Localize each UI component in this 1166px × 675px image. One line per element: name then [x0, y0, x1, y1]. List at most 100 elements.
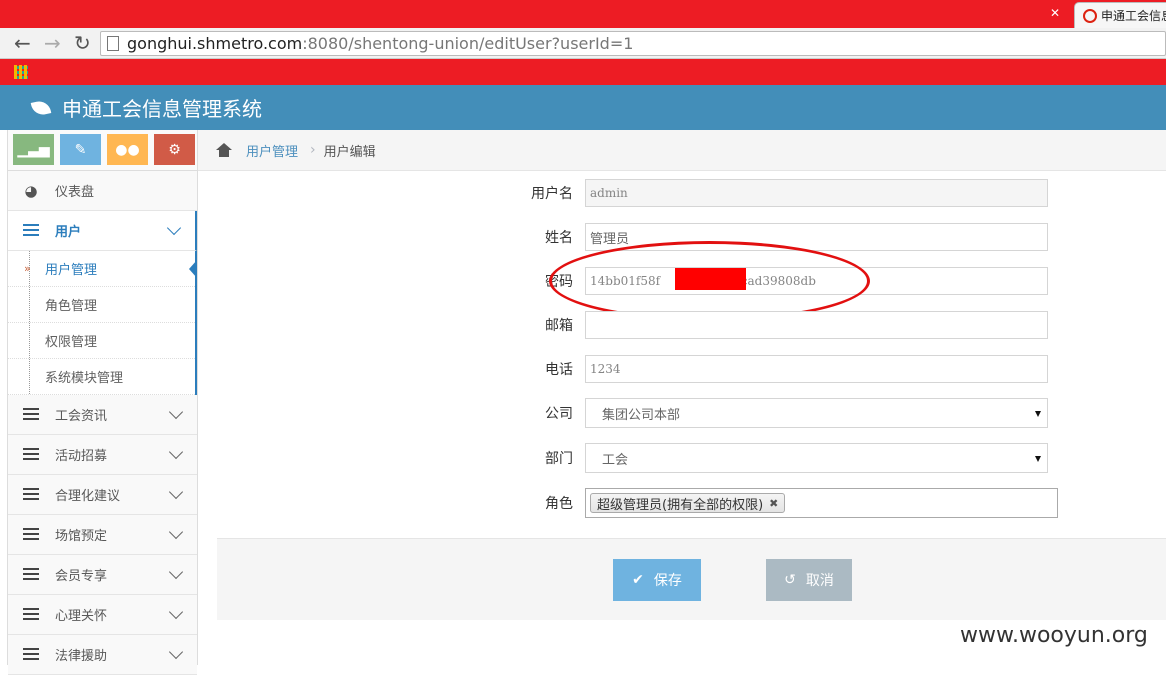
chevron-down-icon: [168, 564, 184, 580]
cancel-button[interactable]: ↺ 取消: [766, 559, 852, 601]
list-icon: [22, 222, 40, 240]
phone-field[interactable]: 1234: [585, 355, 1048, 383]
leaf-icon: [30, 98, 52, 117]
browser-toolbar: ← → ↻ gonghui.shmetro.com :8080/shentong…: [0, 28, 1166, 59]
company-label: 公司: [545, 406, 573, 422]
users-submenu: » 用户管理 角色管理 权限管理 系统模块管理: [8, 251, 197, 395]
breadcrumb-current: 用户编辑: [323, 144, 376, 160]
department-selected-value: 工会: [602, 452, 629, 468]
sidebar-subitem-permission-management[interactable]: 权限管理: [8, 323, 195, 359]
role-label: 角色: [545, 496, 573, 512]
cogs-icon[interactable]: ⚙: [154, 134, 195, 165]
breadcrumb-link[interactable]: 用户管理: [246, 141, 298, 160]
name-row: 姓名 管理员: [500, 223, 1100, 251]
sidebar-subitem-label: 系统模块管理: [45, 371, 124, 386]
list-icon: [22, 526, 40, 544]
sidebar-shortcuts: ▁▃▅ ✎ ●● ⚙: [8, 130, 197, 171]
sidebar-item-union-news[interactable]: 工会资讯: [8, 395, 197, 435]
dropdown-arrow-icon: [1035, 411, 1041, 417]
reload-icon[interactable]: ↻: [74, 32, 91, 54]
breadcrumb-separator: ›: [310, 142, 316, 158]
app-header: 申通工会信息管理系统: [0, 85, 1166, 130]
sidebar-subitem-role-management[interactable]: 角色管理: [8, 287, 195, 323]
sidebar-item-label: 场馆预定: [55, 529, 108, 544]
sidebar-item-legal-aid[interactable]: 法律援助: [8, 635, 197, 675]
username-field[interactable]: admin: [585, 179, 1048, 207]
sidebar-subitem-module-management[interactable]: 系统模块管理: [8, 359, 195, 395]
sidebar-item-venue-booking[interactable]: 场馆预定: [8, 515, 197, 555]
department-label: 部门: [545, 451, 573, 467]
sidebar-item-member-benefits[interactable]: 会员专享: [8, 555, 197, 595]
sidebar-item-label: 合理化建议: [55, 489, 121, 504]
department-row: 部门 工会: [500, 443, 1100, 473]
sidebar-item-label: 用户: [55, 225, 82, 240]
chevron-down-icon: [168, 444, 184, 460]
pencil-icon[interactable]: ✎: [60, 134, 101, 165]
email-field[interactable]: [585, 311, 1048, 339]
username-label: 用户名: [531, 186, 573, 202]
department-select[interactable]: 工会: [585, 443, 1048, 473]
forward-arrow-icon[interactable]: →: [44, 32, 61, 54]
undo-icon: ↺: [784, 572, 796, 588]
role-multiselect[interactable]: 超级管理员(拥有全部的权限) ✖: [585, 488, 1058, 518]
cancel-button-label: 取消: [805, 573, 834, 589]
list-icon: [22, 406, 40, 424]
sidebar-item-psychological-care[interactable]: 心理关怀: [8, 595, 197, 635]
sidebar-item-label: 仪表盘: [55, 185, 95, 200]
sidebar-subitem-label: 用户管理: [45, 263, 98, 278]
close-icon[interactable]: ✕: [1050, 6, 1060, 20]
email-label: 邮箱: [545, 318, 573, 334]
email-row: 邮箱: [500, 311, 1100, 339]
form-actions: ✔ 保存 ↺ 取消: [217, 538, 1166, 620]
bookmarks-bar: [0, 59, 1166, 85]
back-arrow-icon[interactable]: ←: [14, 32, 31, 54]
save-button-label: 保存: [653, 573, 682, 589]
sidebar-item-dashboard[interactable]: ◕ 仪表盘: [8, 171, 197, 211]
role-tag: 超级管理员(拥有全部的权限) ✖: [590, 493, 786, 513]
chevron-down-icon: [168, 524, 184, 540]
remove-tag-icon[interactable]: ✖: [769, 497, 778, 510]
watermark: www.wooyun.org: [960, 623, 1148, 648]
sidebar-item-users[interactable]: 用户: [8, 211, 197, 251]
address-bar[interactable]: gonghui.shmetro.com :8080/shentong-union…: [100, 31, 1166, 56]
sidebar-subitem-label: 角色管理: [45, 299, 98, 314]
browser-tab[interactable]: 申通工会信息: [1074, 2, 1166, 28]
apps-grid-icon[interactable]: [14, 65, 28, 79]
company-selected-value: 集团公司本部: [602, 407, 681, 423]
sidebar-item-activity-recruitment[interactable]: 活动招募: [8, 435, 197, 475]
sidebar-item-label: 心理关怀: [55, 609, 108, 624]
save-button[interactable]: ✔ 保存: [613, 559, 701, 601]
sidebar-item-suggestions[interactable]: 合理化建议: [8, 475, 197, 515]
browser-tabstrip: ✕ 申通工会信息: [0, 0, 1166, 28]
highlight-oval: [549, 241, 870, 321]
chevron-down-icon: [168, 644, 184, 660]
check-icon: ✔: [632, 572, 644, 588]
list-icon: [22, 446, 40, 464]
dropdown-arrow-icon: [1035, 456, 1041, 462]
users-icon[interactable]: ●●: [107, 134, 148, 165]
sidebar-subitem-label: 权限管理: [45, 335, 98, 350]
site-favicon-icon: [1083, 8, 1097, 23]
url-path: :8080/shentong-union/editUser?userId=1: [302, 34, 634, 53]
chevron-down-icon: [168, 484, 184, 500]
app-title[interactable]: 申通工会信息管理系统: [62, 93, 262, 122]
double-chevron-right-icon: »: [24, 262, 31, 275]
sidebar-item-label: 工会资讯: [55, 409, 108, 424]
signal-icon[interactable]: ▁▃▅: [13, 134, 54, 165]
home-icon[interactable]: [216, 143, 232, 157]
list-icon: [22, 606, 40, 624]
chevron-down-icon: [168, 604, 184, 620]
chevron-down-icon: [166, 220, 182, 236]
phone-row: 电话 1234: [500, 355, 1100, 383]
sidebar-subitem-user-management[interactable]: » 用户管理: [8, 251, 197, 287]
role-row: 角色 超级管理员(拥有全部的权限) ✖: [500, 488, 1100, 518]
url-host: gonghui.shmetro.com: [127, 34, 303, 53]
chevron-down-icon: [168, 404, 184, 420]
list-icon: [22, 486, 40, 504]
role-tag-label: 超级管理员(拥有全部的权限): [597, 497, 764, 513]
sidebar: ▁▃▅ ✎ ●● ⚙ ◕ 仪表盘 用户 » 用户管理 角色管理 权限管理 系统模…: [7, 130, 198, 675]
list-icon: [22, 646, 40, 664]
breadcrumb: 用户管理 › 用户编辑: [198, 130, 1166, 171]
name-label: 姓名: [545, 230, 573, 246]
company-select[interactable]: 集团公司本部: [585, 398, 1048, 428]
